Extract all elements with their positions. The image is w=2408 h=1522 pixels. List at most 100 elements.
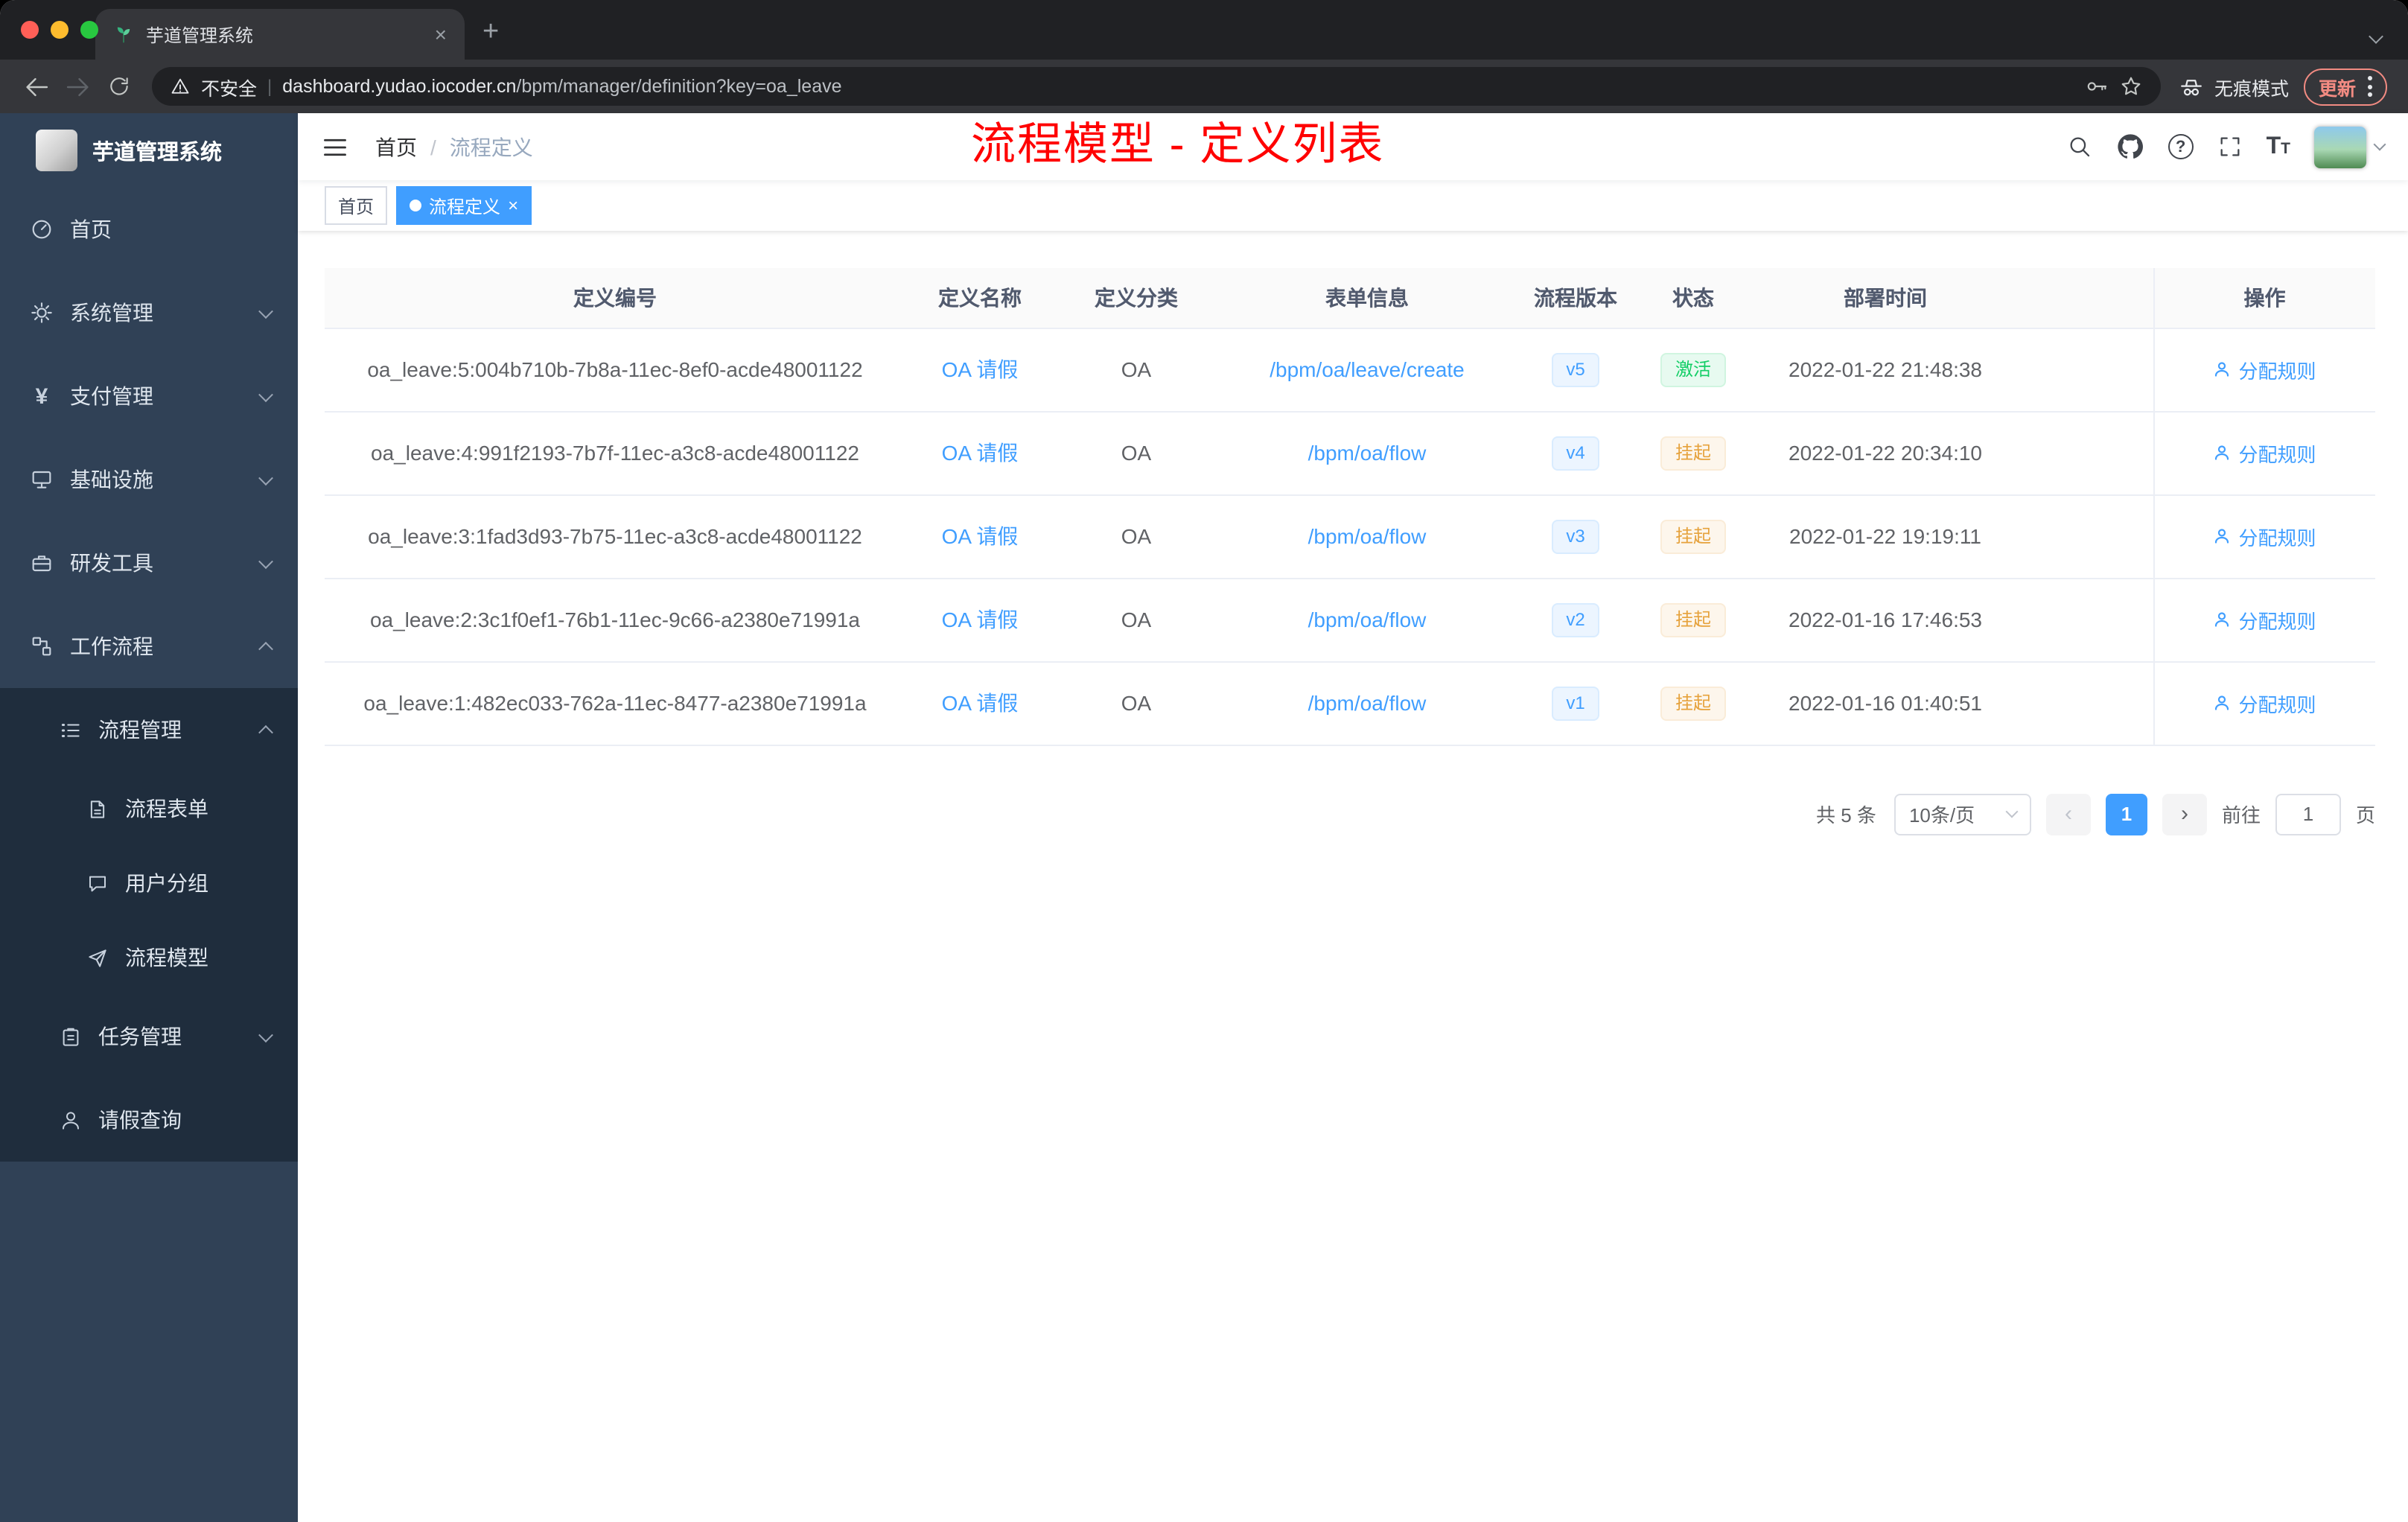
tab-close-icon[interactable]: × [432, 24, 450, 45]
dashboard-icon [30, 217, 54, 241]
help-icon[interactable]: ? [2167, 134, 2194, 159]
form-info-cell: /bpm/oa/flow [1218, 411, 1516, 495]
chevron-down-icon [2373, 138, 2386, 151]
minimize-window-button[interactable] [51, 21, 69, 39]
user-menu[interactable] [2314, 126, 2386, 168]
reload-button[interactable] [98, 66, 140, 107]
assign-rule-link[interactable]: 分配规则 [2213, 605, 2316, 634]
sidebar: 芋道管理系统 首页 系统管理 ¥ 支付管理 基础设施 研发工具 工作流程 流程管… [0, 113, 298, 1522]
table-row: oa_leave:1:482ec033-762a-11ec-8477-a2380… [325, 661, 2375, 745]
zoom-window-button[interactable] [80, 21, 98, 39]
col-deploy-time: 部署时间 [1751, 268, 2019, 328]
sidebar-item-user-group[interactable]: 用户分组 [0, 846, 298, 920]
sidebar-item-workflow[interactable]: 工作流程 [0, 605, 298, 688]
definition-category-cell: OA [1054, 411, 1218, 495]
definition-name-link[interactable]: OA 请假 [942, 357, 1019, 381]
sidebar-item-dev-tools[interactable]: 研发工具 [0, 521, 298, 605]
chevron-down-icon [258, 303, 273, 319]
assign-rule-link[interactable]: 分配规则 [2213, 439, 2316, 467]
sidebar-item-system-mgmt[interactable]: 系统管理 [0, 271, 298, 354]
definition-category-cell: OA [1054, 494, 1218, 579]
close-window-button[interactable] [21, 21, 39, 39]
definition-name-link[interactable]: OA 请假 [942, 441, 1019, 465]
main-content: 定义编号 定义名称 定义分类 表单信息 流程版本 状态 部署时间 操作 oa_l… [298, 231, 2408, 1522]
col-definition-name: 定义名称 [905, 268, 1054, 328]
sidebar-item-home[interactable]: 首页 [0, 188, 298, 271]
sidebar-item-leave-query[interactable]: 请假查询 [0, 1078, 298, 1162]
chevron-down-icon [258, 386, 273, 402]
definition-category-cell: OA [1054, 661, 1218, 745]
definition-name-cell: OA 请假 [905, 411, 1054, 495]
definition-id-cell: oa_leave:4:991f2193-7b7f-11ec-a3c8-acde4… [325, 411, 905, 495]
tag-process-definition[interactable]: 流程定义 × [396, 186, 532, 225]
browser-update-button[interactable]: 更新 [2303, 68, 2387, 105]
bookmark-star-icon[interactable] [2119, 74, 2143, 98]
deploy-time-cell: 2022-01-22 20:34:10 [1751, 411, 2019, 495]
font-size-icon[interactable]: TT [2267, 133, 2290, 160]
sidebar-item-label: 请假查询 [98, 1108, 182, 1132]
form-info-link[interactable]: /bpm/oa/flow [1308, 441, 1427, 465]
definition-name-link[interactable]: OA 请假 [942, 608, 1019, 631]
page-number-1[interactable]: 1 [2105, 793, 2147, 835]
browser-tab[interactable]: 芋道管理系统 × [95, 9, 465, 60]
form-info-link[interactable]: /bpm/oa/flow [1308, 691, 1427, 715]
actions-cell: 分配规则 [2153, 578, 2375, 662]
tab-title: 芋道管理系统 [146, 25, 254, 45]
filler-cell [2019, 328, 2153, 412]
back-button[interactable] [15, 66, 57, 107]
tab-overflow-chevron-icon[interactable] [2369, 22, 2383, 49]
assign-rule-link[interactable]: 分配规则 [2213, 689, 2316, 717]
table-row: oa_leave:5:004b710b-7b8a-11ec-8ef0-acde4… [325, 328, 2375, 412]
goto-page-input[interactable] [2275, 793, 2341, 835]
page-size-select[interactable]: 10条/页 [1893, 793, 2031, 835]
sidebar-item-task-mgmt[interactable]: 任务管理 [0, 995, 298, 1078]
form-info-link[interactable]: /bpm/oa/flow [1308, 608, 1427, 631]
breadcrumb-home[interactable]: 首页 [375, 132, 417, 162]
form-info-cell: /bpm/oa/leave/create [1218, 328, 1516, 412]
sidebar-item-infrastructure[interactable]: 基础设施 [0, 438, 298, 521]
sidebar-item-process-form[interactable]: 流程表单 [0, 771, 298, 846]
search-icon[interactable] [2067, 134, 2092, 159]
table-header-row: 定义编号 定义名称 定义分类 表单信息 流程版本 状态 部署时间 操作 [325, 268, 2375, 328]
sidebar-toggle-icon[interactable] [322, 133, 348, 160]
password-key-icon[interactable] [2085, 74, 2109, 98]
browser-menu-dots-icon[interactable] [2368, 76, 2372, 97]
tags-view-bar: 首页 流程定义 × [298, 180, 2408, 231]
sidebar-item-process-model[interactable]: 流程模型 [0, 920, 298, 995]
assign-rule-link[interactable]: 分配规则 [2213, 522, 2316, 550]
definition-name-link[interactable]: OA 请假 [942, 524, 1019, 548]
definition-name-cell: OA 请假 [905, 328, 1054, 412]
chevron-down-icon [258, 470, 273, 485]
status-cell: 挂起 [1635, 661, 1751, 745]
status-badge: 挂起 [1660, 436, 1726, 470]
avatar[interactable] [2314, 126, 2366, 168]
next-page-button[interactable]: › [2162, 793, 2207, 835]
new-tab-button[interactable]: + [482, 18, 499, 46]
incognito-badge: 无痕模式 [2179, 72, 2289, 101]
form-info-link[interactable]: /bpm/oa/flow [1308, 524, 1427, 548]
tag-close-icon[interactable]: × [508, 197, 518, 214]
sidebar-logo[interactable]: 芋道管理系统 [0, 113, 298, 188]
fullscreen-icon[interactable] [2217, 134, 2243, 159]
goto-label: 前往 [2221, 804, 2261, 827]
sidebar-item-process-mgmt[interactable]: 流程管理 [0, 688, 298, 771]
form-info-link[interactable]: /bpm/oa/leave/create [1270, 357, 1465, 381]
assign-rule-link[interactable]: 分配规则 [2213, 355, 2316, 383]
update-label: 更新 [2318, 78, 2356, 99]
sidebar-item-label: 基础设施 [70, 468, 153, 491]
status-badge: 挂起 [1660, 602, 1726, 637]
definition-name-link[interactable]: OA 请假 [942, 691, 1019, 715]
url-divider: | [267, 76, 273, 97]
tag-home[interactable]: 首页 [325, 186, 388, 225]
prev-page-button[interactable]: ‹ [2045, 793, 2091, 835]
toolbox-icon [30, 551, 54, 575]
github-icon[interactable] [2116, 133, 2144, 161]
version-badge: v1 [1551, 686, 1600, 720]
sidebar-item-label: 任务管理 [98, 1025, 182, 1048]
sidebar-item-payment-mgmt[interactable]: ¥ 支付管理 [0, 354, 298, 438]
breadcrumb-current: 流程定义 [449, 135, 533, 159]
sidebar-item-label: 系统管理 [70, 301, 153, 325]
forward-button[interactable] [57, 66, 98, 107]
workflow-icon [30, 634, 54, 658]
address-bar[interactable]: 不安全 | dashboard.yudao.iocoder.cn/bpm/man… [152, 67, 2161, 106]
